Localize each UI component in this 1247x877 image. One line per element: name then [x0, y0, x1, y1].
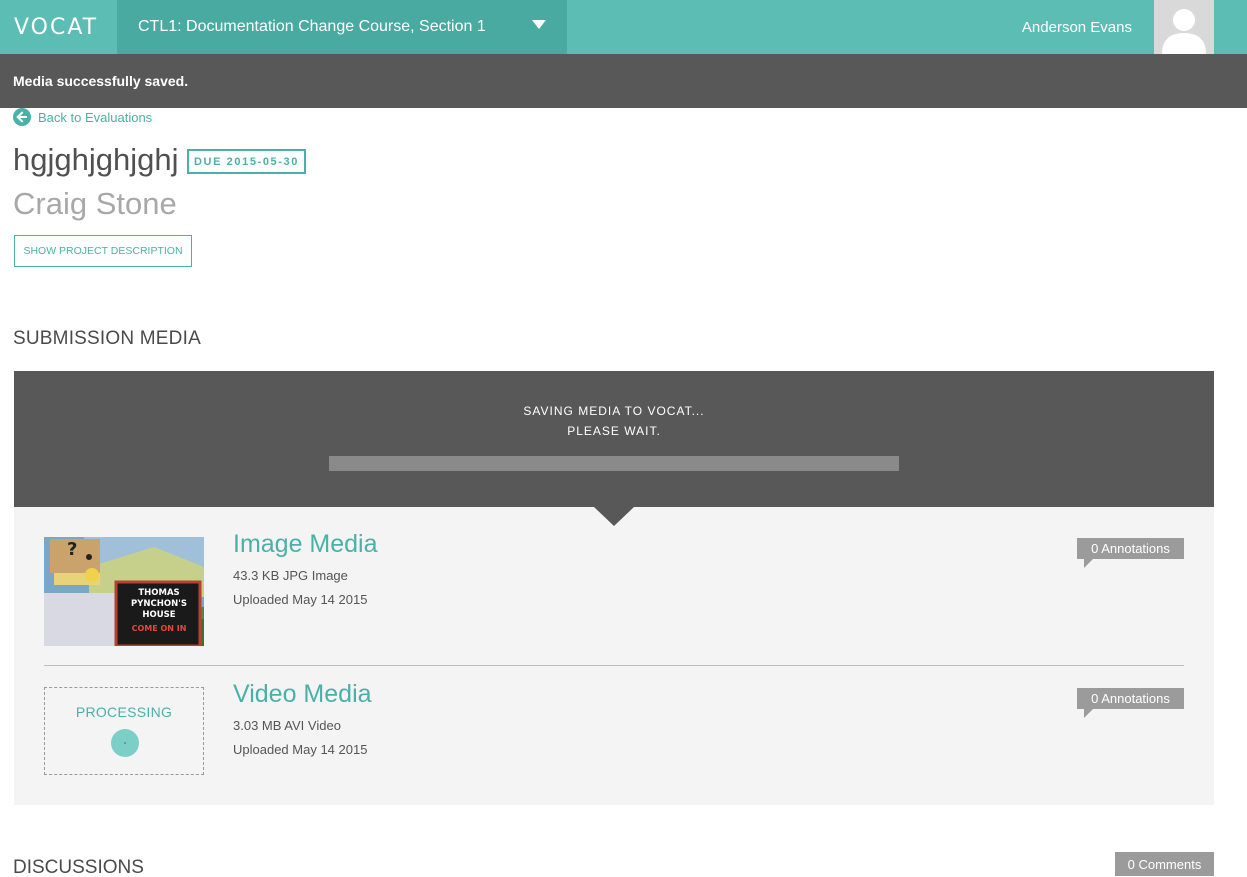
arrow-left-circle-icon	[13, 108, 31, 126]
image-media-thumbnail[interactable]: THOMAS PYNCHON'S HOUSE COME ON IN ?	[44, 537, 204, 646]
sign-line: PYNCHON'S	[131, 599, 187, 609]
badge-tail	[1084, 559, 1093, 568]
list-item: PROCESSING Video Media 3.03 MB AVI Video…	[44, 680, 1184, 777]
video-processing-placeholder: PROCESSING	[44, 687, 204, 775]
submission-media-heading: SUBMISSION MEDIA	[13, 328, 201, 349]
student-name: Craig Stone	[13, 186, 177, 221]
bag-question-mark: ?	[67, 539, 78, 560]
annotations-count: 0 Annotations	[1091, 691, 1170, 706]
project-title: hgjghjghjghj	[13, 142, 179, 177]
caret-down-icon	[532, 20, 546, 29]
annotations-count: 0 Annotations	[1091, 541, 1170, 556]
image-media-size: 43.3 KB JPG Image	[233, 568, 348, 583]
avatar[interactable]	[1154, 0, 1214, 54]
thumbnail-sign-text: THOMAS PYNCHON'S HOUSE COME ON IN	[119, 588, 199, 634]
back-link-label: Back to Evaluations	[38, 109, 153, 125]
sign-line: HOUSE	[142, 610, 176, 620]
badge-tail	[1084, 709, 1093, 718]
video-media-title[interactable]: Video Media	[233, 680, 372, 709]
back-to-evaluations-link[interactable]: Back to Evaluations	[13, 108, 152, 126]
due-date-badge: DUE 2015-05-30	[187, 149, 306, 174]
user-name[interactable]: Anderson Evans	[1022, 0, 1132, 54]
video-annotations-badge[interactable]: 0 Annotations	[1077, 688, 1184, 718]
flash-message-text: Media successfully saved.	[13, 73, 189, 89]
image-annotations-badge[interactable]: 0 Annotations	[1077, 538, 1184, 568]
comments-badge[interactable]: 0 Comments	[1115, 852, 1214, 876]
loading-spinner-icon	[111, 729, 139, 757]
saving-media-panel: SAVING MEDIA TO VOCAT... PLEASE WAIT.	[14, 371, 1214, 507]
user-silhouette-icon	[1162, 9, 1206, 54]
image-media-title[interactable]: Image Media	[233, 530, 378, 559]
saving-wait-text: PLEASE WAIT.	[567, 424, 661, 438]
top-bar: VOCAT CTL1: Documentation Change Course,…	[0, 0, 1247, 54]
sign-line: THOMAS	[138, 588, 180, 598]
saving-status-text: SAVING MEDIA TO VOCAT...	[523, 404, 705, 418]
vocat-logo[interactable]: VOCAT	[0, 0, 117, 54]
course-selector-label: CTL1: Documentation Change Course, Secti…	[138, 18, 486, 35]
image-media-upload-date: Uploaded May 14 2015	[233, 592, 368, 607]
media-divider	[44, 665, 1184, 666]
panel-pointer	[594, 507, 634, 526]
media-list: THOMAS PYNCHON'S HOUSE COME ON IN ? Imag…	[14, 507, 1214, 805]
flash-message: Media successfully saved.	[0, 54, 1247, 108]
processing-status: PROCESSING	[75, 704, 173, 720]
video-media-upload-date: Uploaded May 14 2015	[233, 742, 368, 757]
show-project-description-button[interactable]: SHOW PROJECT DESCRIPTION	[14, 235, 192, 267]
video-media-size: 3.03 MB AVI Video	[233, 718, 341, 733]
list-item: THOMAS PYNCHON'S HOUSE COME ON IN ? Imag…	[44, 530, 1184, 647]
sign-line: COME ON IN	[131, 624, 187, 633]
course-selector[interactable]: CTL1: Documentation Change Course, Secti…	[117, 0, 567, 54]
discussions-heading: DISCUSSIONS	[13, 857, 144, 877]
upload-progress-bar	[329, 456, 899, 471]
